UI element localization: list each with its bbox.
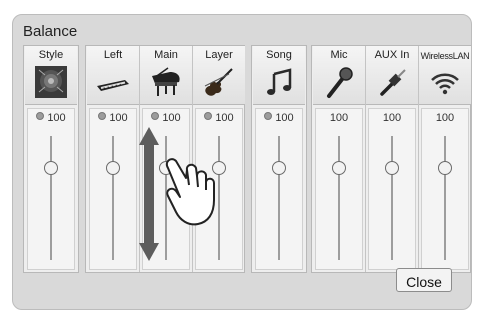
channel-style: Style 100 [25, 46, 77, 272]
led-indicator [264, 112, 273, 120]
volume-readout: 100 [253, 112, 305, 124]
channel-aux-in: AUX In 100 [366, 46, 418, 272]
channel-header: Style [25, 46, 77, 105]
channel-name: Left [103, 49, 123, 61]
fader-knob[interactable] [44, 161, 58, 175]
channel-body: 100 [87, 104, 139, 274]
fader-track[interactable] [338, 136, 340, 260]
fader-knob[interactable] [159, 161, 173, 175]
channel-header: WirelessLAN [419, 46, 471, 105]
led-indicator [98, 112, 107, 120]
volume-value: 100 [109, 112, 128, 124]
channel-header: Layer [193, 46, 245, 105]
volume-value: 100 [329, 112, 349, 124]
fader-track[interactable] [165, 136, 167, 260]
channel-name: Style [38, 49, 64, 61]
channel-mic: Mic 100 [313, 46, 365, 272]
channel-name: Song [266, 49, 292, 61]
fader-knob[interactable] [332, 161, 346, 175]
volume-readout: 100 [419, 112, 471, 124]
channel-body: 100 [253, 104, 305, 274]
channel-body: 100 [419, 104, 471, 274]
channel-main: Main 100 [140, 46, 192, 272]
grand-piano-icon [152, 67, 180, 96]
wifi-icon [431, 73, 459, 95]
channel-body: 100 [193, 104, 245, 274]
fader-track[interactable] [278, 136, 280, 260]
channel-name: AUX In [374, 49, 410, 61]
channel-body: 100 [313, 104, 365, 274]
channel-header: Song [253, 46, 305, 105]
group-inputs: Mic 100 AUX In 100 WirelessLAN 100 [311, 45, 471, 273]
fader-track[interactable] [391, 136, 393, 260]
channel-name: Mic [330, 49, 348, 61]
channel-wireless-lan: WirelessLAN 100 [419, 46, 471, 272]
fader-track[interactable] [112, 136, 114, 260]
channel-song: Song 100 [253, 46, 305, 272]
volume-value: 100 [435, 112, 455, 124]
led-indicator [151, 112, 160, 120]
aux-plug-icon [380, 69, 406, 96]
led-indicator [204, 112, 213, 120]
style-speaker-icon [35, 66, 67, 98]
volume-value: 100 [275, 112, 294, 124]
fader-knob[interactable] [106, 161, 120, 175]
group-keyboard-parts: Left 100 Main 100 Layer 100 [85, 45, 245, 273]
group-style: Style 100 [23, 45, 79, 273]
channel-header: Mic [313, 46, 365, 105]
volume-readout: 100 [313, 112, 365, 124]
led-indicator [36, 112, 45, 120]
keyboard-icon [97, 80, 129, 91]
channel-name: Layer [205, 49, 233, 61]
volume-value: 100 [162, 112, 181, 124]
volume-readout: 100 [193, 112, 245, 124]
fader-track[interactable] [444, 136, 446, 260]
music-note-icon [267, 68, 292, 95]
volume-readout: 100 [140, 112, 192, 124]
balance-panel: Balance Style 100 Left 100 Main 100 Laye… [12, 14, 472, 310]
volume-readout: 100 [366, 112, 418, 124]
fader-track[interactable] [50, 136, 52, 260]
channel-left: Left 100 [87, 46, 139, 272]
channel-name: WirelessLAN [420, 51, 470, 61]
volume-readout: 100 [25, 112, 77, 124]
volume-readout: 100 [87, 112, 139, 124]
fader-knob[interactable] [212, 161, 226, 175]
channel-body: 100 [25, 104, 77, 274]
group-song: Song 100 [251, 45, 307, 273]
fader-knob[interactable] [438, 161, 452, 175]
volume-value: 100 [215, 112, 234, 124]
fader-track[interactable] [218, 136, 220, 260]
fader-knob[interactable] [272, 161, 286, 175]
volume-value: 100 [47, 112, 66, 124]
channel-header: Left [87, 46, 139, 105]
channel-header: Main [140, 46, 192, 105]
fader-knob[interactable] [385, 161, 399, 175]
channel-header: AUX In [366, 46, 418, 105]
channel-body: 100 [366, 104, 418, 274]
channel-name: Main [154, 49, 178, 61]
volume-value: 100 [382, 112, 402, 124]
panel-title: Balance [23, 23, 78, 40]
channel-body: 100 [140, 104, 192, 274]
violin-icon [204, 68, 233, 96]
channel-layer: Layer 100 [193, 46, 245, 272]
close-button[interactable]: Close [396, 268, 452, 292]
microphone-icon [327, 67, 353, 98]
